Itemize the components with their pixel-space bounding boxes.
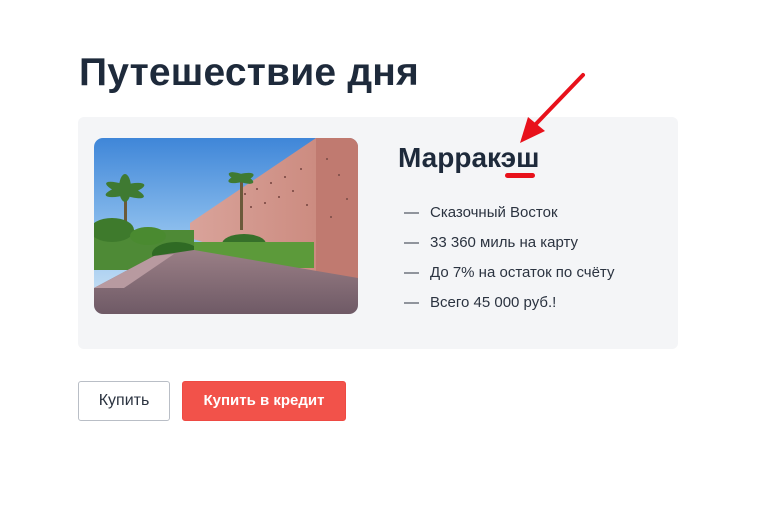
list-item: — 33 360 миль на карту [404, 228, 614, 258]
list-marker: — [404, 294, 419, 311]
buy-on-credit-button[interactable]: Купить в кредит [182, 381, 346, 421]
destination-title: Марракэш [398, 142, 540, 173]
feature-text: Всего 45 000 руб.! [430, 294, 557, 311]
page-title: Путешествие дня [79, 51, 420, 94]
list-marker: — [404, 204, 419, 221]
feature-list: — Сказочный Восток —33 360 миль на карту … [404, 198, 614, 318]
list-item: — До 7% на остаток по счёту [404, 258, 614, 288]
list-item: — Всего 45 000 руб.! [404, 288, 614, 318]
offer-card: Марракэш — Сказочный Восток — 33 360 миль … [78, 117, 678, 349]
list-item: — Сказочный Восток [404, 198, 614, 228]
feature-text: Сказочный Восток [430, 204, 558, 221]
feature-text: 33 360 миль на карту [430, 234, 579, 251]
buy-button[interactable]: Купить [78, 381, 170, 421]
list-marker: — [404, 264, 419, 281]
list-marker: — [404, 234, 419, 251]
destination-photo [94, 138, 358, 314]
feature-text: До 7% на остаток по счёту [430, 264, 615, 281]
